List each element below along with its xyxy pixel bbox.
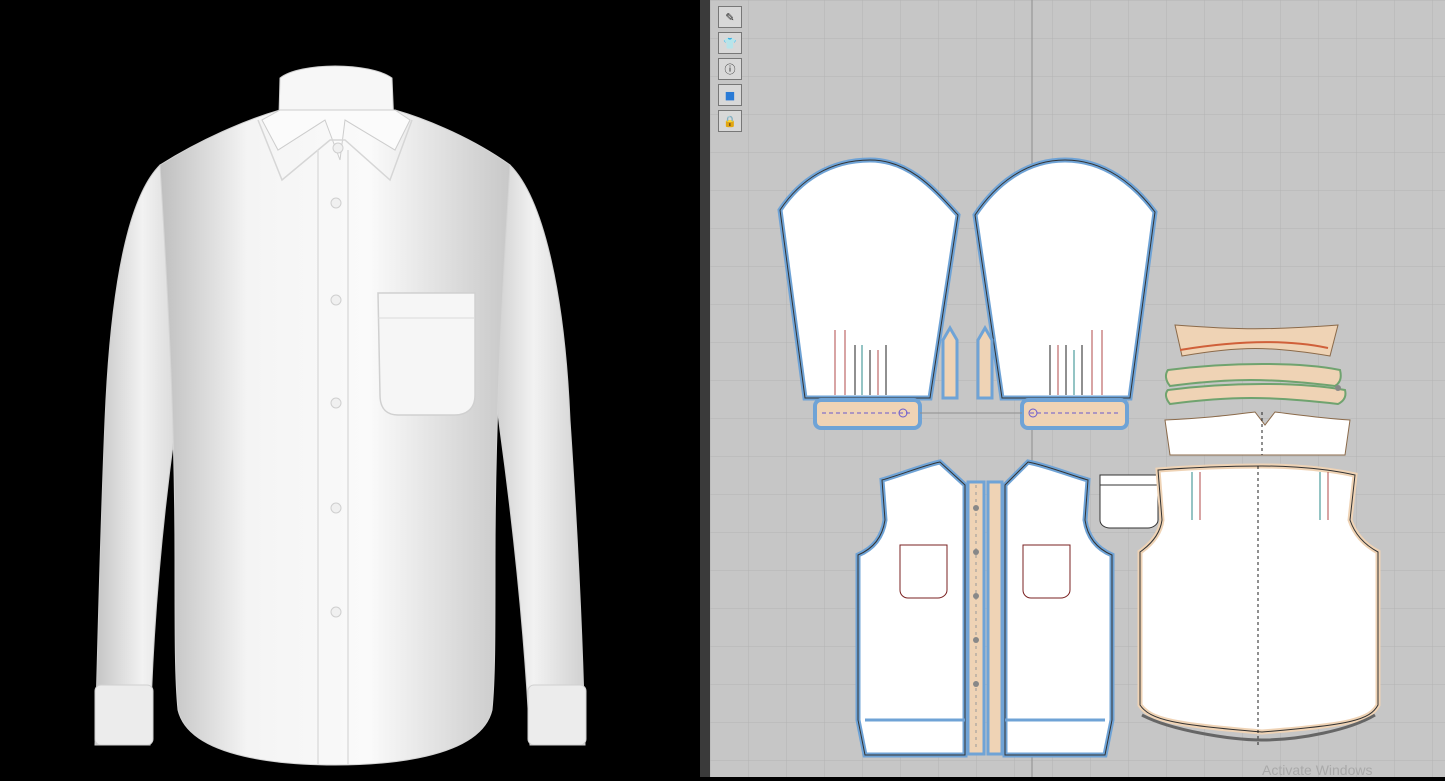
fabric-visibility-icon: ■ bbox=[724, 88, 736, 102]
3d-viewport[interactable] bbox=[0, 0, 700, 777]
pattern-canvas bbox=[710, 0, 1445, 777]
back-piece bbox=[1137, 463, 1381, 745]
2d-pattern-viewport[interactable] bbox=[710, 0, 1445, 777]
sleeve-left-piece bbox=[777, 157, 961, 401]
pen-visibility-icon: ✎ bbox=[725, 10, 735, 24]
shirt-3d-render bbox=[94, 65, 587, 766]
lock-garment-icon: 🔒 bbox=[723, 114, 737, 128]
toolbar-tool-3[interactable]: ⓘ bbox=[718, 58, 742, 80]
toolbar-tool-5[interactable]: 🔒 bbox=[718, 110, 742, 132]
sleeve-right-piece bbox=[972, 157, 1158, 401]
shirt-visibility-icon: 👕 bbox=[723, 36, 737, 50]
2d-view-toolbar: ✎ 👕 ⓘ ■ 🔒 bbox=[718, 6, 744, 132]
toolbar-tool-4[interactable]: ■ bbox=[718, 84, 742, 106]
toolbar-tool-1[interactable]: ✎ bbox=[718, 6, 742, 28]
activate-windows-watermark: Activate Windows bbox=[1262, 762, 1373, 778]
viewport-divider[interactable] bbox=[700, 0, 710, 777]
toolbar-tool-2[interactable]: 👕 bbox=[718, 32, 742, 54]
info-visibility-icon: ⓘ bbox=[724, 63, 736, 76]
